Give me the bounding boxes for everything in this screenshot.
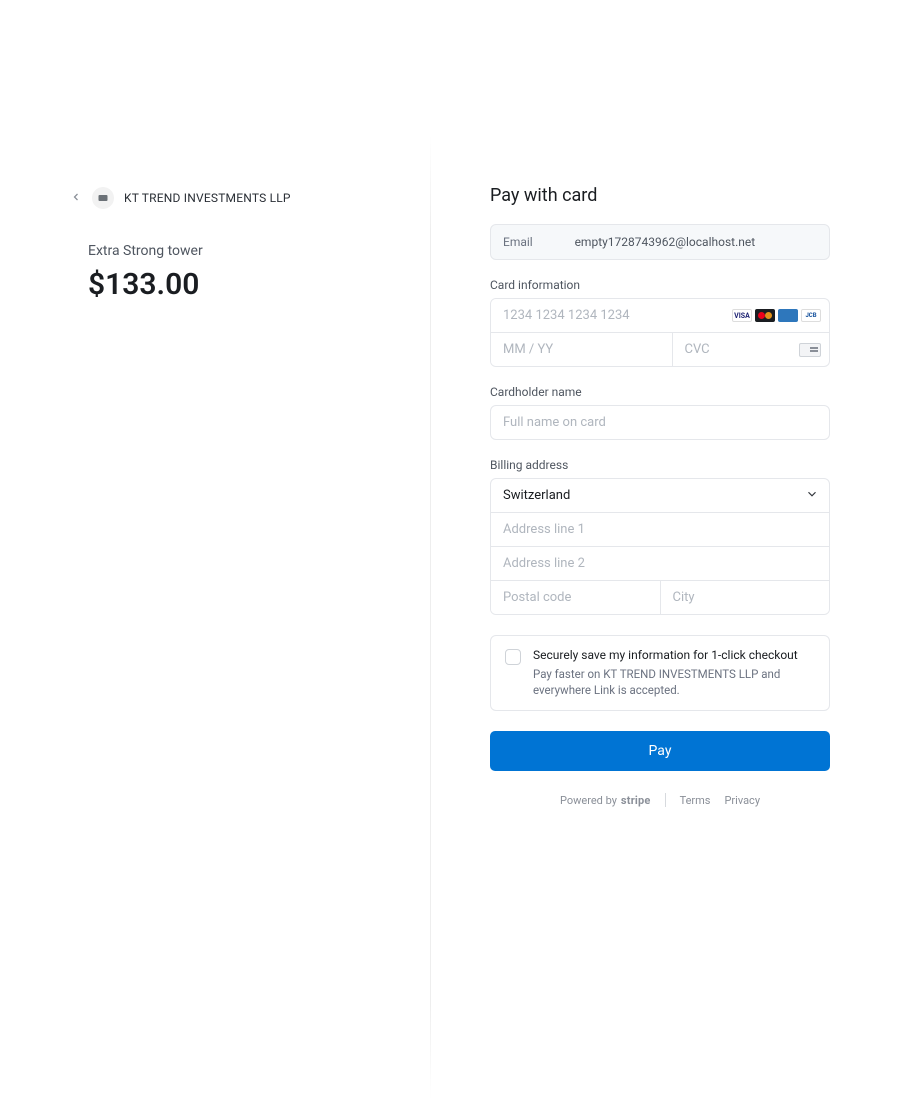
email-value: empty1728743962@localhost.net xyxy=(575,235,756,249)
cardholder-name-input[interactable] xyxy=(490,405,830,440)
email-label: Email xyxy=(503,235,533,249)
card-input-group: VISA JCB xyxy=(490,298,830,367)
card-info-label: Card information xyxy=(490,278,830,292)
merchant-logo xyxy=(92,187,114,209)
merchant-header: KT TREND INVESTMENTS LLP xyxy=(70,187,390,209)
pay-button[interactable]: Pay xyxy=(490,731,830,771)
card-number-input[interactable] xyxy=(491,299,732,332)
save-info-box: Securely save my information for 1-click… xyxy=(490,635,830,711)
cardholder-label: Cardholder name xyxy=(490,385,830,399)
postal-code-input[interactable] xyxy=(491,581,661,614)
card-cvc-input[interactable] xyxy=(673,333,800,366)
powered-by-text: Powered by xyxy=(560,794,617,807)
terms-link[interactable]: Terms xyxy=(680,794,711,807)
footer: Powered by stripe Terms Privacy xyxy=(490,793,830,807)
card-brand-icons: VISA JCB xyxy=(732,309,829,322)
save-info-checkbox[interactable] xyxy=(505,649,521,665)
billing-label: Billing address xyxy=(490,458,830,472)
mastercard-icon xyxy=(755,309,775,322)
card-expiry-input[interactable] xyxy=(491,333,673,366)
amex-icon xyxy=(778,309,798,322)
billing-input-group: Switzerland xyxy=(490,478,830,615)
country-select[interactable]: Switzerland xyxy=(491,479,805,512)
product-name: Extra Strong tower xyxy=(88,243,390,259)
back-arrow-icon[interactable] xyxy=(70,191,82,206)
page-title: Pay with card xyxy=(490,185,830,206)
address-line-1-input[interactable] xyxy=(491,513,829,547)
privacy-link[interactable]: Privacy xyxy=(724,794,760,807)
merchant-name: KT TREND INVESTMENTS LLP xyxy=(124,191,291,205)
save-info-title: Securely save my information for 1-click… xyxy=(533,648,815,662)
stripe-logo: stripe xyxy=(621,794,651,807)
divider xyxy=(665,793,666,807)
jcb-icon: JCB xyxy=(801,309,821,322)
visa-icon: VISA xyxy=(732,309,752,322)
address-line-2-input[interactable] xyxy=(491,547,829,581)
email-display: Email empty1728743962@localhost.net xyxy=(490,224,830,260)
cvc-icon xyxy=(799,343,821,357)
chevron-down-icon xyxy=(805,486,829,505)
city-input[interactable] xyxy=(661,581,830,614)
save-info-subtitle: Pay faster on KT TREND INVESTMENTS LLP a… xyxy=(533,666,815,698)
product-price: $133.00 xyxy=(88,267,390,302)
